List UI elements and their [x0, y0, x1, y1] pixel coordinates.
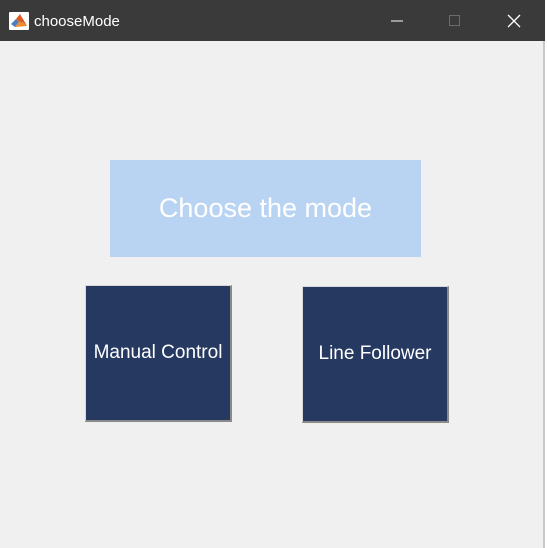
matlab-icon: [9, 12, 29, 30]
window-title: chooseMode: [34, 13, 120, 30]
title-bar[interactable]: chooseMode: [0, 0, 545, 41]
minimize-icon: [391, 20, 403, 21]
maximize-icon: [449, 14, 460, 26]
choose-mode-heading: Choose the mode: [110, 160, 421, 257]
line-follower-button[interactable]: Line Follower: [302, 286, 449, 423]
close-icon: [507, 14, 521, 27]
minimize-button[interactable]: [368, 0, 426, 41]
manual-control-button[interactable]: Manual Control: [85, 285, 232, 422]
close-button[interactable]: [485, 0, 543, 41]
app-window: chooseMode Choose the mode Manual Contro…: [0, 0, 545, 548]
maximize-button[interactable]: [426, 0, 484, 41]
